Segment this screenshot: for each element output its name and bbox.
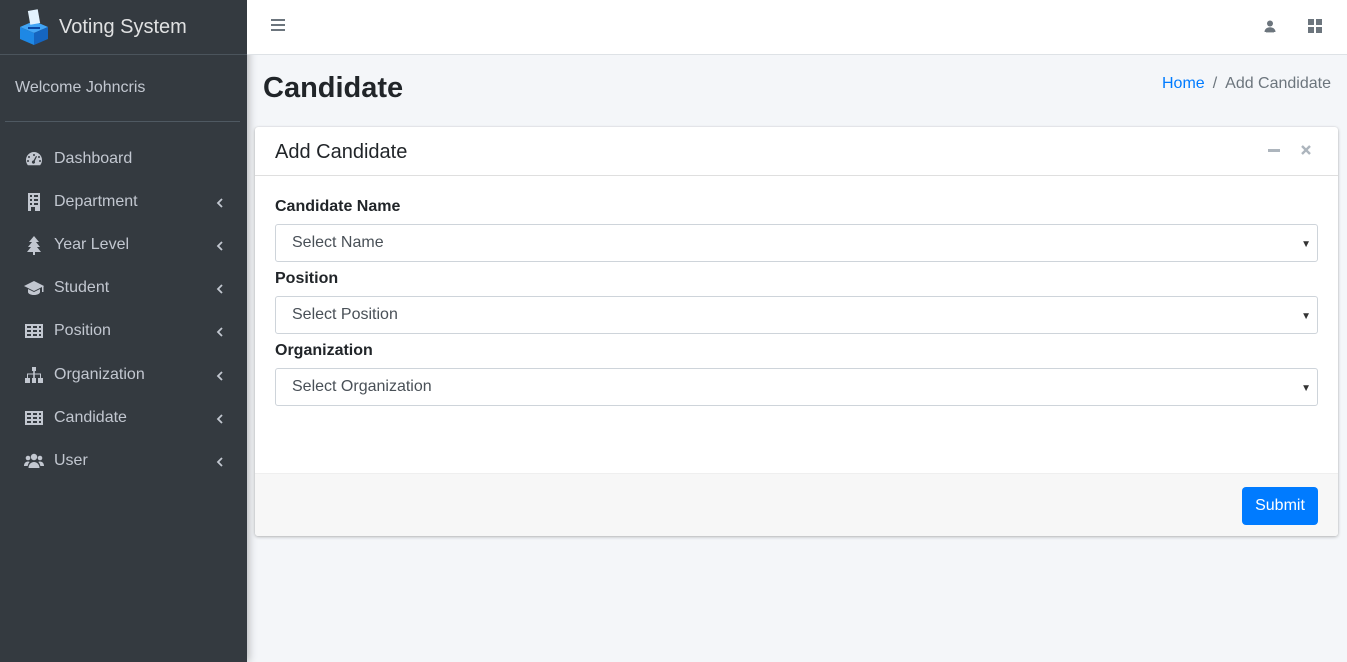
sitemap-icon [23, 365, 44, 385]
tachometer-icon [23, 149, 44, 169]
brand-link[interactable]: Voting System [0, 0, 247, 55]
chevron-left-icon [215, 282, 225, 294]
welcome-text: Welcome Johncris [15, 79, 146, 96]
breadcrumb-separator: / [1212, 75, 1218, 92]
organization-select[interactable]: Select Organization ▼ [275, 368, 1318, 406]
sidebar-item-student[interactable]: Student [0, 267, 247, 310]
chevron-left-icon [215, 325, 225, 337]
sidebar-item-dashboard[interactable]: Dashboard [0, 137, 247, 180]
card-header: Add Candidate [255, 127, 1338, 176]
brand-name: Voting System [59, 15, 187, 38]
organization-group: Organization Select Organization ▼ [275, 342, 1318, 406]
sidebar-item-label: Position [54, 322, 111, 340]
sidebar-item-label: Dashboard [54, 149, 133, 167]
organization-label: Organization [275, 342, 373, 359]
tree-icon [23, 235, 44, 255]
chevron-left-icon [215, 196, 225, 208]
sidebar-item-department[interactable]: Department [0, 180, 247, 223]
ballot-box-icon [20, 9, 48, 45]
position-group: Position Select Position ▼ [275, 270, 1318, 334]
sidebar-item-label: Year Level [54, 235, 130, 253]
position-select-value: Select Position [292, 306, 398, 323]
add-candidate-card: Add Candidate Candidate Name Select Name… [255, 127, 1338, 536]
caret-down-icon: ▼ [1301, 311, 1311, 322]
card-body: Candidate Name Select Name ▼ Position Se… [255, 176, 1338, 406]
top-navbar [247, 0, 1347, 55]
sidebar-item-label: Organization [54, 365, 145, 383]
collapse-minus-icon[interactable] [1268, 149, 1280, 152]
building-icon [23, 192, 44, 212]
position-select[interactable]: Select Position ▼ [275, 296, 1318, 334]
user-panel: Welcome Johncris [5, 55, 240, 122]
caret-down-icon: ▼ [1301, 383, 1311, 394]
chevron-left-icon [215, 455, 225, 467]
close-icon[interactable] [1300, 144, 1312, 156]
sidebar-item-position[interactable]: Position [0, 310, 247, 353]
candidate-name-group: Candidate Name Select Name ▼ [275, 198, 1318, 262]
sidebar-item-label: Student [54, 279, 110, 297]
sidebar-item-label: User [54, 451, 88, 469]
sidebar-item-label: Department [54, 192, 138, 210]
breadcrumb: Home / Add Candidate [1162, 75, 1331, 93]
page-title: Candidate [263, 72, 404, 104]
breadcrumb-current: Add Candidate [1225, 75, 1331, 92]
table-icon [23, 408, 44, 428]
card-title: Add Candidate [275, 141, 408, 163]
breadcrumb-home-link[interactable]: Home [1162, 75, 1205, 92]
candidate-name-select-value: Select Name [292, 234, 384, 251]
sidebar-item-user[interactable]: User [0, 439, 247, 482]
organization-select-value: Select Organization [292, 378, 432, 395]
sidebar-item-organization[interactable]: Organization [0, 353, 247, 396]
candidate-name-label: Candidate Name [275, 198, 401, 215]
chevron-left-icon [215, 412, 225, 424]
chevron-left-icon [215, 239, 225, 251]
sidebar-item-year-level[interactable]: Year Level [0, 223, 247, 266]
users-icon [23, 451, 44, 471]
graduation-cap-icon [23, 278, 44, 298]
table-icon [23, 321, 44, 341]
main-sidebar: Voting System Welcome Johncris Dashboard… [0, 0, 247, 662]
caret-down-icon: ▼ [1301, 239, 1311, 250]
sidebar-item-label: Candidate [54, 408, 127, 426]
user-icon[interactable] [1263, 19, 1277, 33]
candidate-name-select[interactable]: Select Name ▼ [275, 224, 1318, 262]
card-footer: Submit [255, 473, 1338, 536]
chevron-left-icon [215, 369, 225, 381]
bars-icon[interactable] [271, 19, 285, 33]
sidebar-nav: Dashboard Department Year Level Student [0, 122, 247, 483]
position-label: Position [275, 270, 339, 287]
th-large-icon[interactable] [1308, 19, 1322, 33]
submit-button[interactable]: Submit [1242, 487, 1318, 525]
sidebar-item-candidate[interactable]: Candidate [0, 396, 247, 439]
